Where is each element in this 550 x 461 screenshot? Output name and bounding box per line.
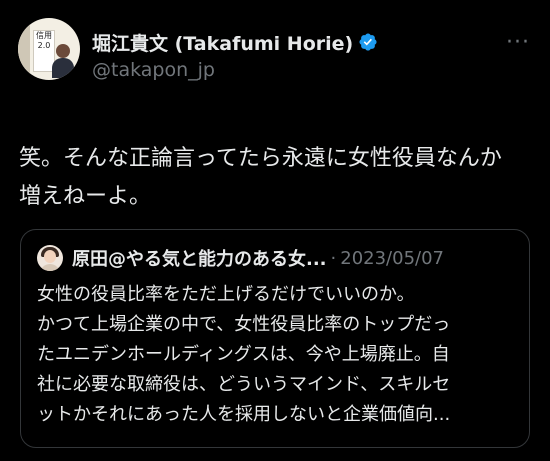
verified-badge-icon bbox=[358, 32, 378, 52]
avatar-face bbox=[44, 250, 56, 263]
quoted-tweet-text: 女性の役員比率をただ上げるだけでいいのか。 かつて上場企業の中で、女性役員比率の… bbox=[37, 284, 451, 425]
quoted-separator: · bbox=[330, 247, 337, 269]
quoted-author-avatar bbox=[37, 245, 63, 271]
avatar-background-stripe bbox=[18, 18, 30, 80]
tweet-text: 笑。そんな正論言ってたら永遠に女性役員なんか 増えねーよ。 bbox=[19, 146, 502, 209]
author-names: 堀江貴文 (Takafumi Horie) @takapon_jp bbox=[92, 18, 534, 81]
author-avatar[interactable]: 信用 2.0 bbox=[18, 18, 80, 80]
avatar-shirt bbox=[40, 264, 60, 271]
avatar-person-head bbox=[56, 44, 70, 58]
tweet-header: 信用 2.0 堀江貴文 (Takafumi Horie) @takapon_jp bbox=[18, 18, 534, 90]
name-row: 堀江貴文 (Takafumi Horie) bbox=[92, 29, 534, 56]
author-display-name[interactable]: 堀江貴文 (Takafumi Horie) bbox=[92, 29, 353, 56]
quoted-date: 2023/05/07 bbox=[340, 247, 444, 269]
author-handle[interactable]: @takapon_jp bbox=[92, 59, 534, 81]
tweet: 信用 2.0 堀江貴文 (Takafumi Horie) @takapon_jp… bbox=[0, 0, 550, 461]
quoted-author-name: 原田@やる気と能力のある女... bbox=[72, 249, 327, 270]
more-options-icon[interactable]: ··· bbox=[506, 30, 530, 55]
quoted-tweet[interactable]: 原田@やる気と能力のある女... · 2023/05/07 女性の役員比率をただ… bbox=[20, 229, 530, 448]
quoted-tweet-header: 原田@やる気と能力のある女... · 2023/05/07 bbox=[37, 244, 513, 272]
avatar-person-body bbox=[52, 58, 74, 78]
